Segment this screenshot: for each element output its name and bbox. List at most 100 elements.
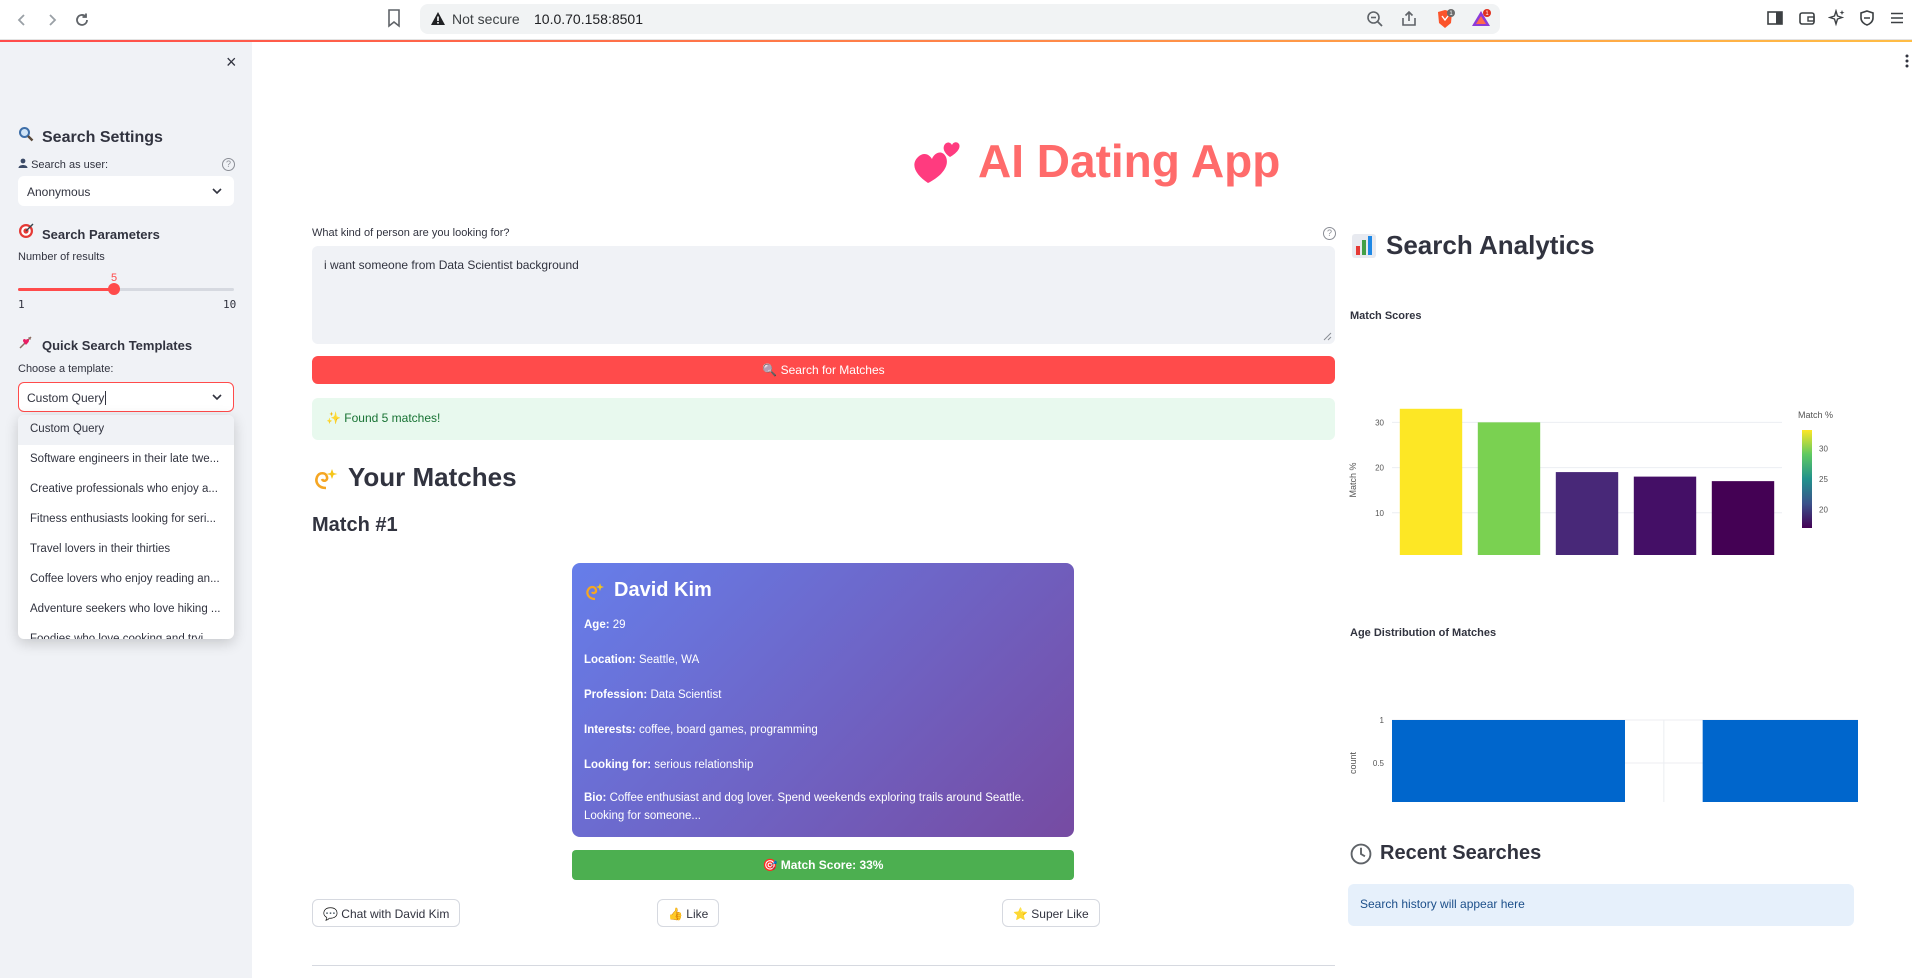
query-label: What kind of person are you looking for? [312, 227, 510, 239]
chevron-down-icon [212, 188, 222, 195]
warning-icon [430, 11, 446, 27]
colorbar-tick-label: 25 [1819, 475, 1828, 484]
search-as-user-label: Search as user: [18, 158, 108, 171]
search-as-user-value: Anonymous [27, 185, 91, 199]
slider-min-label: 1 [18, 298, 25, 311]
profession-label: Profession: [584, 689, 648, 701]
colorbar [1802, 430, 1812, 528]
age-label: Age: [584, 619, 610, 631]
slider-fill [18, 288, 114, 291]
match-age: Age: 29 [584, 616, 1062, 634]
profession-value: Data Scientist [650, 689, 722, 701]
chat-button[interactable]: 💬 Chat with David Kim [312, 899, 461, 927]
template-select-value: Custom Query [27, 391, 105, 405]
match-number-heading: Match #1 [312, 514, 398, 536]
match-divider [312, 965, 1335, 966]
recent-searches-heading: Recent Searches [1350, 842, 1541, 865]
two-hearts-icon [914, 142, 960, 183]
match-name-text: David Kim [614, 579, 712, 601]
reload-icon[interactable] [70, 8, 94, 32]
template-option[interactable]: Foodies who love cooking and tryi... [18, 625, 234, 639]
back-icon[interactable] [10, 8, 34, 32]
search-as-user-text: Search as user: [31, 159, 109, 171]
quick-templates-title: Quick Search Templates [42, 338, 193, 353]
your-matches-text: Your Matches [348, 462, 517, 492]
resize-handle-icon[interactable] [1323, 332, 1332, 341]
y-tick-label: 10 [1375, 509, 1384, 518]
search-as-user-select[interactable]: Anonymous [18, 176, 234, 206]
app-title: AI Dating App [912, 134, 1280, 188]
template-option[interactable]: Coffee lovers who enjoy reading an... [18, 565, 234, 595]
y-tick-label: 1 [1380, 716, 1385, 725]
template-option[interactable]: Fitness enthusiasts looking for seri... [18, 505, 234, 535]
help-icon[interactable]: ? [222, 158, 235, 171]
location-value: Seattle, WA [638, 654, 700, 666]
brave-rewards-icon[interactable]: 1 [1470, 8, 1492, 30]
menu-icon[interactable] [1888, 9, 1908, 29]
sidebar: × Search Settings Search as user: ? Anon… [0, 42, 252, 978]
help-icon[interactable]: ? [1323, 227, 1336, 240]
vpn-shield-icon[interactable] [1858, 9, 1878, 29]
bio-value: Coffee enthusiast and dog lover. Spend w… [584, 792, 1025, 822]
sidebar-toggle-icon[interactable] [1766, 9, 1786, 29]
template-option[interactable]: Creative professionals who enjoy a... [18, 475, 234, 505]
bar [1477, 422, 1541, 555]
match-profession: Profession: Data Scientist [584, 686, 1062, 704]
search-parameters-title: Search Parameters [42, 227, 160, 242]
colorbar-tick-label: 30 [1819, 444, 1828, 453]
slider-thumb[interactable] [108, 283, 120, 295]
not-secure-label[interactable]: Not secure [452, 11, 520, 27]
search-settings-heading: Search Settings [18, 126, 163, 147]
dizzy-icon [315, 468, 338, 489]
template-option[interactable]: Travel lovers in their thirties [18, 535, 234, 565]
y-tick-label: 30 [1375, 418, 1384, 427]
y-axis-label: count [1348, 751, 1358, 774]
match-score-bar: 🎯 Match Score: 33% [572, 850, 1074, 880]
match-bio: Bio: Coffee enthusiast and dog lover. Sp… [584, 789, 1062, 825]
main-content: AI Dating App What kind of person are yo… [252, 42, 1912, 978]
forward-icon[interactable] [40, 8, 64, 32]
bar [1555, 472, 1619, 555]
template-option[interactable]: Software engineers in their late twe... [18, 445, 234, 475]
recent-searches-info: Search history will appear here [1348, 884, 1854, 926]
number-of-results-slider[interactable] [18, 283, 234, 295]
template-option[interactable]: Custom Query [18, 415, 234, 445]
bar-chart-icon [1352, 233, 1376, 258]
query-textarea[interactable]: i want someone from Data Scientist backg… [312, 246, 1335, 344]
template-dropdown: Custom Query Software engineers in their… [18, 415, 234, 639]
y-axis-label: Match % [1348, 462, 1358, 497]
bar [1633, 476, 1697, 555]
like-button[interactable]: 👍 Like [657, 899, 720, 927]
zoom-out-icon[interactable] [1366, 10, 1384, 28]
magnifier-icon [18, 126, 38, 147]
colorbar-tick-label: 20 [1819, 506, 1828, 515]
your-matches-heading: Your Matches [312, 462, 517, 493]
super-like-button[interactable]: ⭐ Super Like [1002, 899, 1100, 927]
location-label: Location: [584, 654, 636, 666]
template-select[interactable]: Custom Query​ [18, 382, 234, 412]
share-icon[interactable] [1400, 10, 1418, 28]
match-name: David Kim [584, 579, 1062, 602]
search-parameters-heading: Search Parameters [18, 223, 160, 242]
search-analytics-heading: Search Analytics [1350, 230, 1595, 261]
match-card: David Kim Age: 29 Location: Seattle, WA … [572, 563, 1074, 837]
histogram-bar [1702, 720, 1858, 802]
age-distribution-title: Age Distribution of Matches [1350, 627, 1497, 639]
close-sidebar-icon[interactable]: × [226, 52, 237, 73]
choose-template-label: Choose a template: [18, 363, 114, 375]
histogram-bar [1392, 720, 1625, 802]
bookmark-icon[interactable] [386, 8, 408, 32]
url-text[interactable]: 10.0.70.158:8501 [534, 11, 643, 27]
cupid-icon [18, 334, 38, 353]
template-option[interactable]: Adventure seekers who love hiking ... [18, 595, 234, 625]
address-bar[interactable]: Not secure 10.0.70.158:8501 1 1 [420, 4, 1500, 34]
recent-searches-text: Recent Searches [1380, 842, 1542, 864]
brave-shields-icon[interactable]: 1 [1434, 8, 1456, 30]
target-icon [18, 223, 38, 242]
search-for-matches-button[interactable]: 🔍 Search for Matches [312, 356, 1335, 384]
wallet-icon[interactable] [1798, 9, 1818, 29]
leo-ai-icon[interactable] [1827, 8, 1848, 29]
match-interests: Interests: coffee, board games, programm… [584, 721, 1062, 739]
more-options-icon[interactable] [1905, 54, 1909, 68]
bar [1399, 408, 1463, 555]
